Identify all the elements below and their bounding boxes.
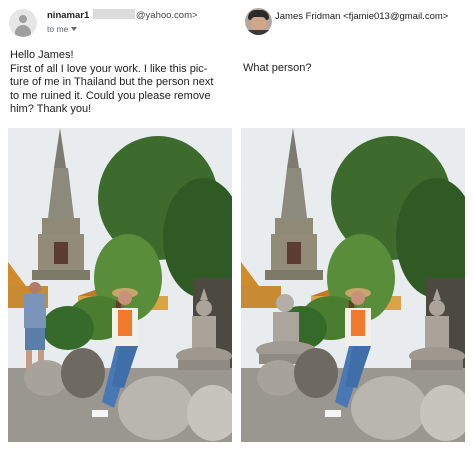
message-body: Hello James! First of all I love your wo… [10, 49, 232, 117]
sender-name: ninamar1 [47, 10, 90, 21]
message-line: Hello James! [10, 49, 74, 61]
recipient-label: to me [47, 24, 69, 34]
redacted-email [92, 9, 135, 19]
default-avatar-icon [9, 9, 37, 37]
message-line: to me ruined it. Could you please remove [10, 89, 211, 102]
sender-line: ninamar1 @yahoo.com> [47, 9, 198, 21]
reply-text: What person? [243, 62, 312, 74]
request-email-panel: ninamar1 @yahoo.com> to me Hello James! … [0, 0, 237, 451]
message-line: ture of me in Thailand but the person ne… [10, 76, 214, 88]
james-avatar [245, 8, 272, 35]
sender-name-email: James Fridman <fjamie013@gmail.com> [275, 11, 449, 22]
edited-photo [241, 128, 465, 442]
chevron-down-icon[interactable] [71, 27, 78, 31]
reply-email-panel: James Fridman <fjamie013@gmail.com> What… [237, 0, 474, 451]
message-line: him? Thank you! [10, 103, 92, 115]
message-line: First of all I love your work. I like th… [10, 62, 208, 75]
sender-email-domain: @yahoo.com> [135, 10, 198, 21]
recipient-dropdown[interactable]: to me [47, 24, 78, 34]
original-photo [8, 128, 232, 442]
